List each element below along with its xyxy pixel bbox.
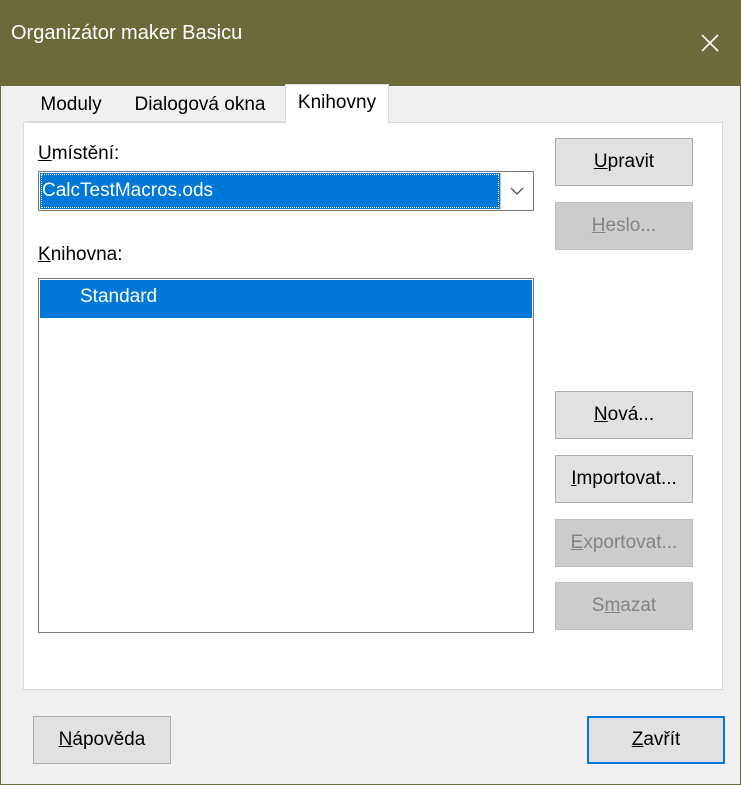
close-button[interactable]: Zavřít	[587, 716, 725, 764]
tab-dialogs[interactable]: Dialogová okna	[115, 88, 285, 122]
tab-modules-label: Moduly	[40, 94, 102, 115]
edit-button[interactable]: Upravit	[555, 138, 693, 186]
delete-button[interactable]: Smazat	[555, 582, 693, 630]
tab-libraries-label: Knihovny	[297, 92, 377, 113]
new-button[interactable]: Nová...	[555, 391, 693, 439]
import-button[interactable]: Importovat...	[555, 455, 693, 503]
library-list[interactable]: Standard	[38, 278, 534, 633]
chevron-down-icon	[510, 187, 523, 195]
export-button[interactable]: Exportovat...	[555, 519, 693, 567]
location-label: Umístění:	[38, 143, 120, 164]
window-title: Organizátor maker Basicu	[11, 22, 243, 44]
tab-libraries[interactable]: Knihovny	[285, 84, 389, 124]
close-window-button[interactable]	[678, 0, 741, 86]
tab-dialogs-label: Dialogová okna	[134, 94, 266, 115]
close-icon	[701, 34, 719, 52]
password-button[interactable]: Heslo...	[555, 202, 693, 250]
dropdown-button[interactable]	[500, 173, 532, 209]
library-label: Knihovna:	[38, 244, 123, 265]
help-button[interactable]: Nápověda	[33, 716, 171, 764]
location-selected-value: CalcTestMacros.ods	[40, 173, 500, 209]
tab-modules[interactable]: Moduly	[27, 88, 115, 122]
list-item[interactable]: Standard	[40, 280, 532, 318]
libraries-panel: Umístění: CalcTestMacros.ods Knihovna: S…	[23, 122, 723, 690]
basic-macro-organizer-dialog: Organizátor maker Basicu Moduly Dialogov…	[0, 0, 741, 785]
title-bar[interactable]: Organizátor maker Basicu	[1, 0, 741, 86]
location-dropdown[interactable]: CalcTestMacros.ods	[38, 171, 534, 211]
